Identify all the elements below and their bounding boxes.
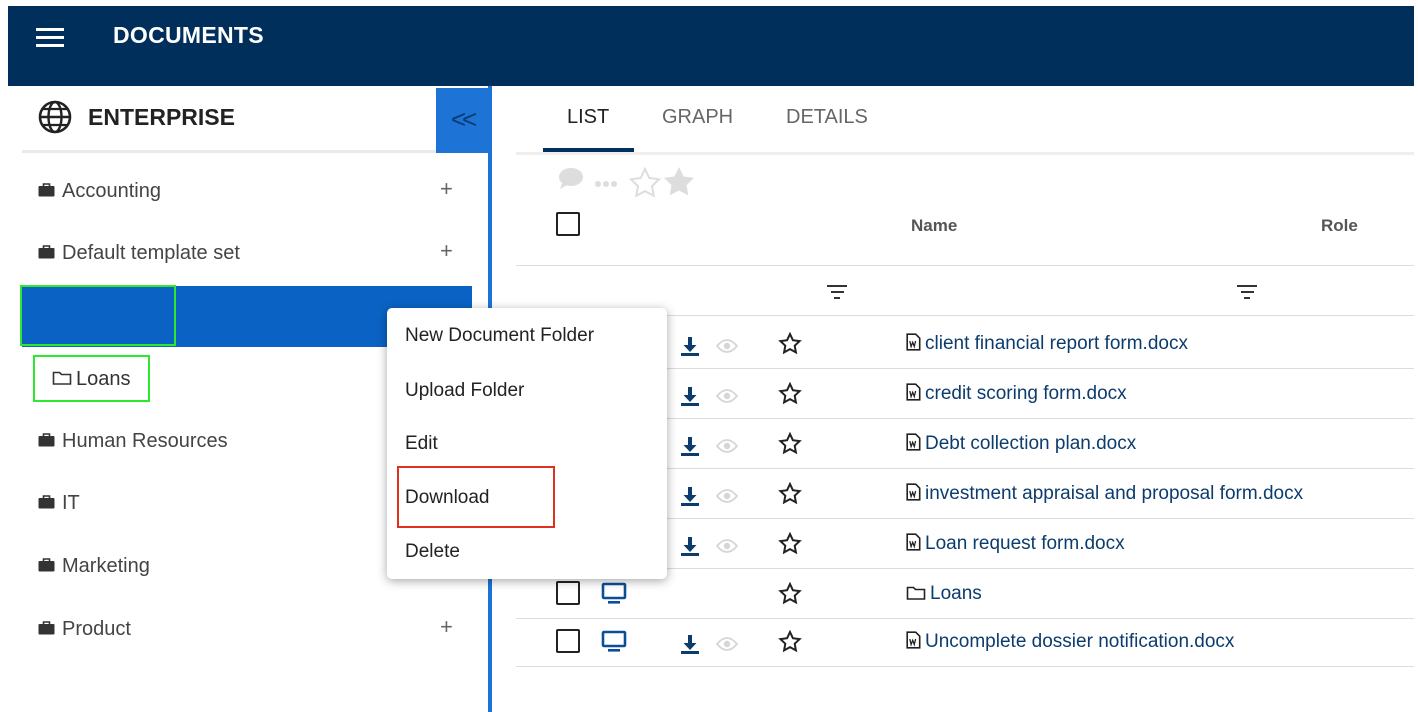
- star-icon[interactable]: [778, 630, 802, 654]
- menu-item-new-document-folder[interactable]: New Document Folder: [405, 325, 594, 347]
- header-action-icons: [559, 166, 694, 198]
- eye-icon[interactable]: [716, 389, 738, 403]
- download-icon[interactable]: [680, 634, 700, 654]
- menu-item-delete[interactable]: Delete: [405, 541, 460, 563]
- file-name-link[interactable]: Loan request form.docx: [906, 533, 1312, 555]
- briefcase-icon: [38, 183, 55, 197]
- add-subfolder-button[interactable]: +: [440, 238, 453, 264]
- briefcase-icon: [38, 558, 55, 572]
- briefcase-icon: [38, 433, 55, 447]
- sidebar-item-label: Product: [62, 618, 131, 640]
- tab-bar: LIST GRAPH DETAILS: [516, 88, 1414, 155]
- download-icon[interactable]: [680, 536, 700, 556]
- word-document-icon: [906, 533, 921, 551]
- file-name: Debt collection plan.docx: [925, 433, 1137, 454]
- star-icon[interactable]: [778, 582, 802, 606]
- file-name-link[interactable]: investment appraisal and proposal form.d…: [906, 483, 1312, 505]
- download-icon[interactable]: [680, 436, 700, 456]
- download-icon[interactable]: [680, 386, 700, 406]
- app-title: DOCUMENTS: [113, 22, 264, 48]
- sidebar-item-label: Default template set: [62, 242, 240, 264]
- app-header: DOCUMENTS: [8, 6, 1414, 86]
- sidebar-item-product[interactable]: Product +: [22, 600, 472, 660]
- sidebar-item-label: Accounting: [62, 180, 161, 202]
- word-document-icon: [906, 333, 921, 351]
- word-document-icon: [906, 631, 921, 649]
- enterprise-header: ENTERPRISE: [22, 88, 436, 153]
- menu-item-edit[interactable]: Edit: [405, 433, 438, 455]
- eye-icon[interactable]: [716, 489, 738, 503]
- word-document-icon: [906, 433, 921, 451]
- sidebar-item-label: Marketing: [62, 555, 150, 577]
- download-icon[interactable]: [680, 486, 700, 506]
- file-name: Loans: [930, 583, 982, 604]
- eye-icon[interactable]: [716, 637, 738, 651]
- file-name-link[interactable]: Uncomplete dossier notification.docx: [906, 631, 1312, 653]
- more-icon[interactable]: [595, 181, 617, 187]
- enterprise-label: ENTERPRISE: [88, 104, 235, 130]
- column-header-role[interactable]: Role: [1321, 216, 1358, 236]
- add-subfolder-button[interactable]: +: [440, 176, 453, 202]
- file-name: client financial report form.docx: [925, 333, 1188, 354]
- context-menu: New Document Folder Upload Folder Edit D…: [387, 308, 667, 579]
- select-all-checkbox[interactable]: [556, 212, 580, 236]
- tab-details[interactable]: DETAILS: [786, 106, 868, 129]
- tab-list[interactable]: LIST: [567, 106, 609, 129]
- comment-icon[interactable]: [559, 168, 583, 189]
- file-name-link[interactable]: Loans: [906, 583, 1312, 605]
- star-icon[interactable]: [778, 482, 802, 506]
- folder-icon: [52, 371, 72, 385]
- file-name-link[interactable]: credit scoring form.docx: [906, 383, 1312, 405]
- star-icon[interactable]: [778, 532, 802, 556]
- folder-icon: [906, 586, 926, 600]
- table-row[interactable]: Uncomplete dossier notification.docx: [516, 617, 1414, 667]
- star-icon[interactable]: [778, 332, 802, 356]
- active-tab-indicator: [543, 148, 634, 152]
- briefcase-icon: [38, 621, 55, 635]
- row-divider: [516, 666, 1414, 667]
- row-checkbox[interactable]: [556, 629, 580, 653]
- word-document-icon: [906, 383, 921, 401]
- menu-icon[interactable]: [36, 28, 64, 50]
- row-checkbox[interactable]: [556, 581, 580, 605]
- star-filled-icon[interactable]: [664, 167, 694, 196]
- sidebar-item-label: Human Resources: [62, 430, 228, 452]
- file-name: credit scoring form.docx: [925, 383, 1127, 404]
- divider: [516, 265, 1414, 266]
- file-name-link[interactable]: Debt collection plan.docx: [906, 433, 1312, 455]
- add-subfolder-button[interactable]: +: [440, 614, 453, 640]
- highlight-financial: [20, 285, 176, 346]
- word-document-icon: [906, 483, 921, 501]
- sidebar-item-loans[interactable]: Loans: [52, 368, 131, 391]
- filter-icon[interactable]: [1237, 285, 1257, 303]
- sidebar-item-label: Loans: [76, 368, 131, 390]
- briefcase-icon: [38, 245, 55, 259]
- filter-icon[interactable]: [827, 285, 847, 303]
- download-icon[interactable]: [680, 336, 700, 356]
- monitor-icon[interactable]: [601, 630, 627, 654]
- tab-graph[interactable]: GRAPH: [662, 106, 733, 129]
- eye-icon[interactable]: [716, 539, 738, 553]
- file-name: Loan request form.docx: [925, 533, 1125, 554]
- eye-icon[interactable]: [716, 339, 738, 353]
- file-name: Uncomplete dossier notification.docx: [925, 631, 1235, 652]
- highlight-download: [397, 466, 555, 528]
- star-icon[interactable]: [778, 432, 802, 456]
- star-icon[interactable]: [778, 382, 802, 406]
- sidebar-item-accounting[interactable]: Accounting +: [22, 162, 472, 222]
- monitor-icon[interactable]: [601, 582, 627, 606]
- sidebar-item-default-template-set[interactable]: Default template set +: [22, 224, 472, 284]
- briefcase-icon: [38, 495, 55, 509]
- file-name-link[interactable]: client financial report form.docx: [906, 333, 1312, 355]
- menu-item-upload-folder[interactable]: Upload Folder: [405, 380, 524, 402]
- globe-icon: [38, 100, 72, 134]
- star-outline-icon[interactable]: [628, 166, 662, 198]
- collapse-sidebar-button[interactable]: <<: [436, 88, 488, 153]
- file-name: investment appraisal and proposal form.d…: [925, 483, 1304, 504]
- sidebar-item-label: IT: [62, 492, 80, 514]
- eye-icon[interactable]: [716, 439, 738, 453]
- column-header-name[interactable]: Name: [911, 216, 957, 236]
